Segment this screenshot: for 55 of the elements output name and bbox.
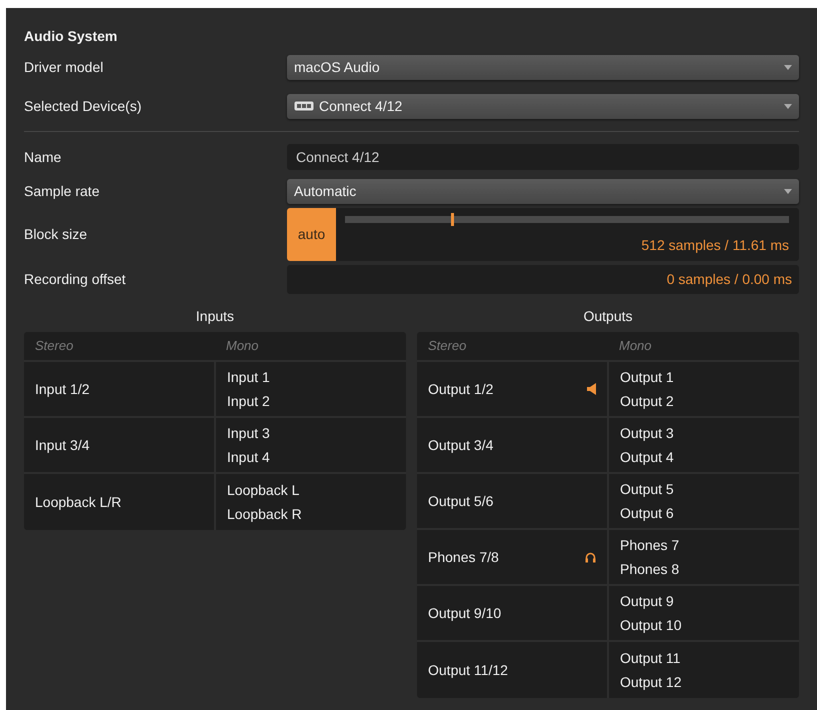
mono-channel: Input 1	[227, 368, 271, 387]
auto-button[interactable]: auto	[287, 208, 336, 261]
stereo-channel: Output 5/6	[428, 492, 494, 511]
caret-icon	[784, 188, 792, 194]
mono-channel: Output 6	[620, 504, 675, 523]
column-header: Mono	[618, 337, 653, 356]
mono-channel: Output 12	[620, 673, 682, 692]
mono-channel: Output 2	[620, 392, 675, 411]
mono-channel: Loopback R	[227, 505, 303, 524]
column-header: Stereo	[427, 337, 468, 356]
caret-icon	[784, 64, 792, 70]
offset-reading: 0 samples / 0.00 ms	[666, 270, 792, 289]
field-label: Recording offset	[24, 270, 127, 289]
slider-track[interactable]	[345, 216, 789, 223]
mono-channel: Output 4	[620, 448, 675, 467]
table-title: Inputs	[194, 307, 236, 326]
mono-channel: Output 11	[620, 649, 682, 668]
mono-channel: Output 5	[620, 480, 675, 499]
stereo-channel: Loopback L/R	[35, 492, 122, 512]
stereo-channel: Output 11/12	[428, 660, 509, 680]
stereo-channel: Input 1/2	[35, 380, 90, 399]
mono-channel: Loopback L	[227, 481, 300, 500]
stereo-channel: Output 1/2	[428, 380, 494, 399]
field-label: Name	[24, 148, 62, 166]
field-label: Selected Device(s)	[24, 96, 142, 116]
stereo-channel: Output 9/10	[428, 604, 502, 623]
mono-channel: Phones 8	[620, 560, 680, 579]
field-label: Block size	[24, 225, 88, 244]
speaker-icon	[587, 383, 596, 395]
device-icon	[294, 101, 314, 111]
section-title: Audio System	[24, 27, 118, 46]
dropdown[interactable]: Connect 4/12	[287, 94, 799, 118]
mono-channel: Phones 7	[620, 536, 680, 555]
stereo-channel: Input 3/4	[35, 436, 90, 455]
column-header: Stereo	[34, 337, 74, 356]
mono-channel: Output 10	[620, 616, 682, 635]
headphones-icon	[585, 552, 596, 562]
dropdown[interactable]: Automatic	[287, 178, 799, 204]
dropdown[interactable]: macOS Audio	[287, 54, 799, 80]
mono-channel: Output 3	[620, 424, 675, 443]
block-size-reading: 512 samples / 11.61 ms	[641, 236, 789, 255]
caret-icon	[784, 104, 792, 108]
slider-thumb[interactable]	[450, 213, 454, 226]
mono-channel: Output 1	[620, 368, 675, 387]
stereo-channel: Phones 7/8	[428, 548, 500, 566]
stereo-channel: Output 3/4	[428, 436, 494, 455]
mono-channel: Input 3	[227, 424, 271, 443]
name-field[interactable]: Connect 4/12	[287, 144, 799, 170]
mono-channel: Input 2	[227, 392, 271, 411]
field-label: Driver model	[24, 58, 104, 76]
column-header: Mono	[225, 337, 260, 356]
mono-channel: Input 4	[227, 448, 271, 467]
table-title: Outputs	[582, 307, 634, 326]
field-label: Sample rate	[24, 182, 100, 201]
mono-channel: Output 9	[620, 592, 675, 611]
